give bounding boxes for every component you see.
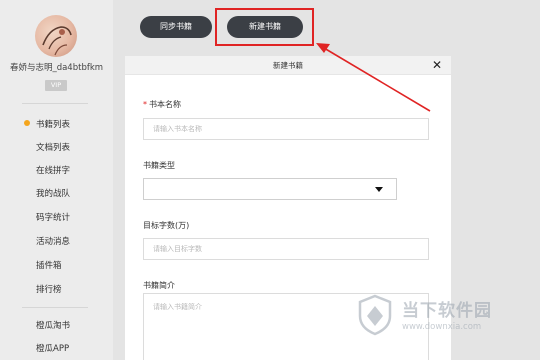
watermark-url: www.downxia.com [402, 322, 482, 332]
shield-logo-icon [358, 294, 392, 336]
watermark: 当下软件园 www.downxia.com [355, 292, 535, 352]
watermark-name: 当下软件园 [402, 301, 492, 321]
